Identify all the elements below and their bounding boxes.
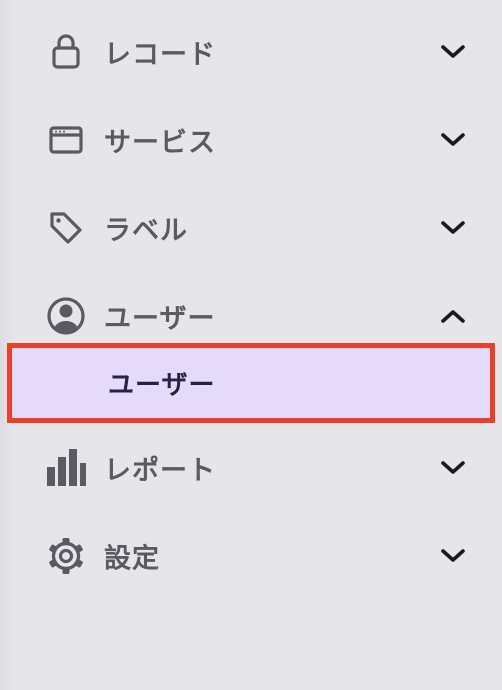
nav-item-records[interactable]: レコード xyxy=(0,22,502,82)
nav-item-settings[interactable]: 設定 xyxy=(0,526,502,586)
gear-icon xyxy=(44,534,88,578)
chevron-down-icon[interactable] xyxy=(438,541,468,571)
nav-item-label: サービス xyxy=(104,127,216,159)
user-circle-icon xyxy=(44,294,88,338)
chevron-down-icon[interactable] xyxy=(438,453,468,483)
tag-icon xyxy=(44,206,88,250)
nav-item-labels[interactable]: ラベル xyxy=(0,198,502,258)
nav-item-label: ユーザー xyxy=(104,303,216,335)
nav-item-services[interactable]: サービス xyxy=(0,110,502,170)
chevron-down-icon[interactable] xyxy=(438,213,468,243)
nav-item-label: ラベル xyxy=(104,215,188,247)
chevron-up-icon[interactable] xyxy=(438,301,468,331)
subnav-item-users[interactable]: ユーザー xyxy=(7,343,495,423)
browser-window-icon xyxy=(44,118,88,162)
subnav-item-label: ユーザー xyxy=(108,370,216,401)
chevron-down-icon[interactable] xyxy=(438,125,468,155)
sidebar-nav: レコード サービス ラベル ユーザー ユーザー レポート 設定 xyxy=(0,0,502,690)
bar-chart-icon xyxy=(44,446,88,490)
nav-item-reports[interactable]: レポート xyxy=(0,438,502,498)
nav-item-label: レポート xyxy=(104,455,216,487)
nav-item-label: レコード xyxy=(104,39,216,71)
nav-item-label: 設定 xyxy=(104,543,160,575)
chevron-down-icon[interactable] xyxy=(438,37,468,67)
nav-item-users[interactable]: ユーザー xyxy=(0,286,502,346)
lock-icon xyxy=(44,30,88,74)
